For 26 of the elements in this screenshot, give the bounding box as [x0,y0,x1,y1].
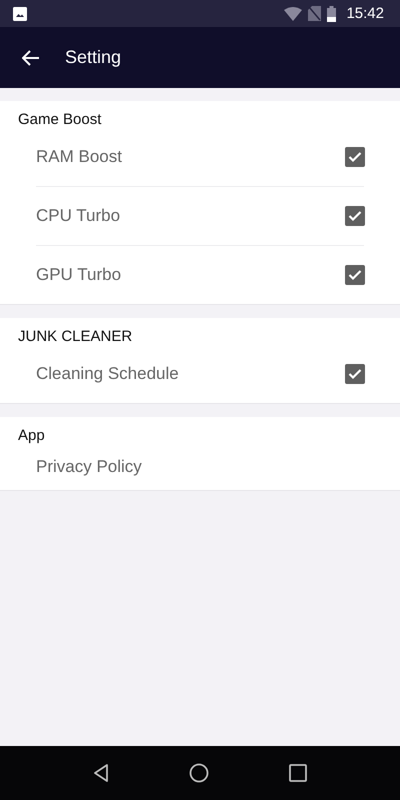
checkbox[interactable] [345,364,365,384]
setting-label: RAM Boost [36,147,122,167]
checkbox[interactable] [345,206,365,226]
clock-time: 15:42 [346,5,384,22]
image-icon [13,6,27,20]
settings-link[interactable]: Privacy Policy [36,457,142,477]
home-icon[interactable] [189,763,209,783]
battery-icon [327,6,336,22]
section-header: JUNK CLEANER [18,328,132,345]
section-header: App [18,427,45,444]
wifi-icon [284,6,302,20]
checkbox[interactable] [345,147,365,167]
back-arrow-icon [22,50,40,66]
checkmark-icon [348,151,362,163]
checkmark-icon [348,368,362,380]
recents-icon[interactable] [289,764,307,782]
setting-label: Cleaning Schedule [36,364,179,384]
no-sim-icon [308,6,322,21]
section-header: Game Boost [18,111,102,128]
checkbox[interactable] [345,265,365,285]
checkmark-icon [348,269,362,281]
setting-label: GPU Turbo [36,265,122,285]
screen-title: Setting [65,47,122,68]
setting-label: CPU Turbo [36,206,120,226]
checkmark-icon [348,210,362,222]
back-icon[interactable] [93,764,109,782]
